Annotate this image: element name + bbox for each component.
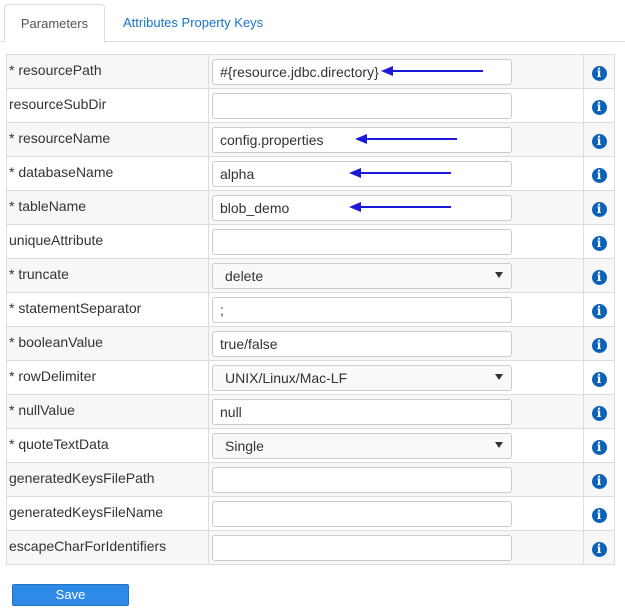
info-circle-icon[interactable]: i — [591, 338, 607, 353]
arrow-left-icon — [381, 66, 483, 76]
row-row-delimiter: * rowDelimiter UNIX/Linux/Mac-LF i — [6, 360, 615, 395]
tab-parameters[interactable]: Parameters — [4, 4, 105, 43]
resource-sub-dir-label: resourceSubDir — [6, 88, 209, 123]
tab-attributes-property-keys[interactable]: Attributes Property Keys — [107, 4, 279, 43]
row-boolean-value: * booleanValue true/false i — [6, 326, 615, 361]
parameters-table: * resourcePath #{resource.jdbc.directory… — [6, 54, 615, 565]
generated-keys-file-path-label: generatedKeysFilePath — [6, 462, 209, 497]
escape-char-for-identifiers-input[interactable] — [212, 535, 512, 561]
info-circle-icon[interactable]: i — [591, 542, 607, 557]
row-delimiter-select[interactable]: UNIX/Linux/Mac-LF — [212, 365, 512, 391]
truncate-label: * truncate — [6, 258, 209, 293]
info-circle-icon[interactable]: i — [591, 270, 607, 285]
boolean-value-input[interactable]: true/false — [212, 331, 512, 357]
row-delimiter-label: * rowDelimiter — [6, 360, 209, 395]
resource-name-label: * resourceName — [6, 122, 209, 157]
null-value-input[interactable]: null — [212, 399, 512, 425]
chevron-down-icon — [495, 442, 503, 448]
info-circle-icon[interactable]: i — [591, 134, 607, 149]
row-statement-separator: * statementSeparator ; i — [6, 292, 615, 327]
quote-text-data-select[interactable]: Single — [212, 433, 512, 459]
arrow-left-icon — [349, 168, 451, 178]
boolean-value-label: * booleanValue — [6, 326, 209, 361]
row-null-value: * nullValue null i — [6, 394, 615, 429]
statement-separator-label: * statementSeparator — [6, 292, 209, 327]
info-circle-icon[interactable]: i — [591, 440, 607, 455]
row-table-name: * tableName blob_demo i — [6, 190, 615, 225]
resource-path-label: * resourcePath — [6, 54, 209, 89]
table-name-label: * tableName — [6, 190, 209, 225]
info-circle-icon[interactable]: i — [591, 372, 607, 387]
info-circle-icon[interactable]: i — [591, 474, 607, 489]
generated-keys-file-name-label: generatedKeysFileName — [6, 496, 209, 531]
quote-text-data-selected-value: Single — [225, 438, 264, 454]
database-name-label: * databaseName — [6, 156, 209, 191]
truncate-selected-value: delete — [225, 268, 264, 284]
chevron-down-icon — [495, 272, 503, 278]
row-escape-char-for-identifiers: escapeCharForIdentifiers i — [6, 530, 615, 565]
chevron-down-icon — [495, 374, 503, 380]
row-quote-text-data: * quoteTextData Single i — [6, 428, 615, 463]
info-circle-icon[interactable]: i — [591, 202, 607, 217]
arrow-left-icon — [349, 202, 451, 212]
row-database-name: * databaseName alpha i — [6, 156, 615, 191]
generated-keys-file-path-input[interactable] — [212, 467, 512, 493]
unique-attribute-label: uniqueAttribute — [6, 224, 209, 259]
tab-bar: Parameters Attributes Property Keys — [0, 0, 625, 43]
row-delimiter-selected-value: UNIX/Linux/Mac-LF — [225, 370, 348, 386]
info-circle-icon[interactable]: i — [591, 304, 607, 319]
unique-attribute-input[interactable] — [212, 229, 512, 255]
row-truncate: * truncate delete i — [6, 258, 615, 293]
info-circle-icon[interactable]: i — [591, 406, 607, 421]
statement-separator-input[interactable]: ; — [212, 297, 512, 323]
row-unique-attribute: uniqueAttribute i — [6, 224, 615, 259]
resource-sub-dir-input[interactable] — [212, 93, 512, 119]
truncate-select[interactable]: delete — [212, 263, 512, 289]
generated-keys-file-name-input[interactable] — [212, 501, 512, 527]
arrow-left-icon — [355, 134, 457, 144]
row-generated-keys-file-path: generatedKeysFilePath i — [6, 462, 615, 497]
quote-text-data-label: * quoteTextData — [6, 428, 209, 463]
info-circle-icon[interactable]: i — [591, 168, 607, 183]
info-circle-icon[interactable]: i — [591, 236, 607, 251]
escape-char-for-identifiers-label: escapeCharForIdentifiers — [6, 530, 209, 565]
info-circle-icon[interactable]: i — [591, 66, 607, 81]
info-circle-icon[interactable]: i — [591, 100, 607, 115]
row-resource-name: * resourceName config.properties i — [6, 122, 615, 157]
row-resource-path: * resourcePath #{resource.jdbc.directory… — [6, 54, 615, 89]
null-value-label: * nullValue — [6, 394, 209, 429]
save-button[interactable]: Save — [12, 584, 129, 606]
info-circle-icon[interactable]: i — [591, 508, 607, 523]
row-resource-sub-dir: resourceSubDir i — [6, 88, 615, 123]
row-generated-keys-file-name: generatedKeysFileName i — [6, 496, 615, 531]
